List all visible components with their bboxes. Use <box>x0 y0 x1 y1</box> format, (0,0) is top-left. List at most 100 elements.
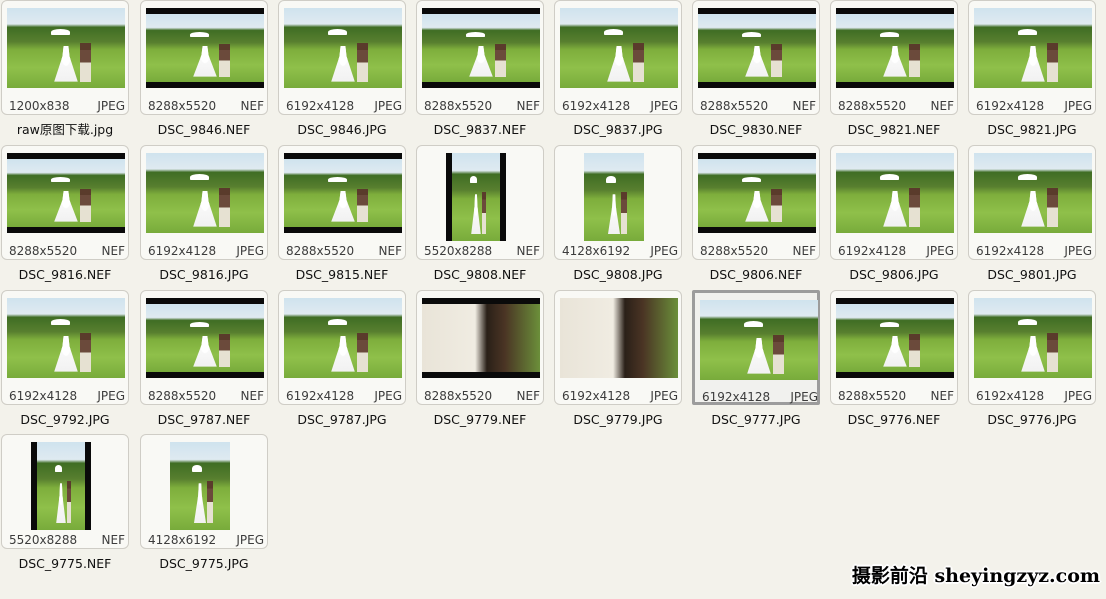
file-type: JPEG <box>1064 99 1092 113</box>
file-thumbnail-card[interactable]: 6192x4128 JPEG <box>968 145 1096 260</box>
file-name-label[interactable]: DSC_9821.JPG <box>962 122 1102 138</box>
file-thumbnail-card[interactable]: 8288x5520 NEF <box>140 0 268 115</box>
file-meta-row: 8288x5520 NEF <box>424 99 540 113</box>
file-item[interactable]: 4128x6192 JPEG DSC_9808.JPG <box>553 145 683 290</box>
file-item[interactable]: 6192x4128 JPEG DSC_9846.JPG <box>277 0 407 145</box>
file-item[interactable]: 6192x4128 JPEG DSC_9837.JPG <box>553 0 683 145</box>
image-dimensions: 6192x4128 <box>702 390 771 404</box>
file-thumbnail-card[interactable]: 6192x4128 JPEG <box>554 0 682 115</box>
file-thumbnail-card[interactable]: 4128x6192 JPEG <box>554 145 682 260</box>
file-thumbnail-card[interactable]: 8288x5520 NEF <box>692 0 820 115</box>
file-item[interactable]: 6192x4128 JPEG DSC_9776.JPG <box>967 290 1097 435</box>
file-thumbnail-card[interactable]: 8288x5520 NEF <box>692 145 820 260</box>
file-name-label[interactable]: DSC_9779.JPG <box>548 412 688 428</box>
file-thumbnail-card[interactable]: 8288x5520 NEF <box>830 0 958 115</box>
file-name-label[interactable]: DSC_9808.NEF <box>410 267 550 283</box>
file-item[interactable]: 6192x4128 JPEG DSC_9779.JPG <box>553 290 683 435</box>
file-thumbnail-card[interactable]: 8288x5520 NEF <box>416 0 544 115</box>
file-name-label[interactable]: DSC_9775.NEF <box>0 556 135 572</box>
file-thumbnail-card[interactable]: 8288x5520 NEF <box>416 290 544 405</box>
file-thumbnail-card[interactable]: 5520x8288 NEF <box>416 145 544 260</box>
file-meta-row: 5520x8288 NEF <box>424 244 540 258</box>
thumbnail-figure-bride <box>331 190 355 222</box>
file-name-label[interactable]: DSC_9837.JPG <box>548 122 688 138</box>
file-thumbnail-card[interactable]: 8288x5520 NEF <box>278 145 406 260</box>
file-type: NEF <box>101 533 125 547</box>
file-item[interactable]: 8288x5520 NEF DSC_9776.NEF <box>829 290 959 435</box>
file-item[interactable]: 6192x4128 JPEG DSC_9787.JPG <box>277 290 407 435</box>
file-item[interactable]: 8288x5520 NEF DSC_9816.NEF <box>0 145 130 290</box>
file-item[interactable]: 8288x5520 NEF DSC_9815.NEF <box>277 145 407 290</box>
file-item[interactable]: 1200x838 JPEG raw原图下载.jpg <box>0 0 130 145</box>
file-name-label[interactable]: DSC_9776.JPG <box>962 412 1102 428</box>
file-thumbnail-card[interactable]: 6192x4128 JPEG <box>968 0 1096 115</box>
file-meta-row: 6192x4128 JPEG <box>148 244 264 258</box>
file-name-label[interactable]: DSC_9846.NEF <box>134 122 274 138</box>
file-thumbnail-card[interactable]: 8288x5520 NEF <box>140 290 268 405</box>
file-item[interactable]: 6192x4128 JPEG DSC_9816.JPG <box>139 145 269 290</box>
file-thumbnail-card[interactable]: 6192x4128 JPEG <box>554 290 682 405</box>
file-item[interactable]: 6192x4128 JPEG DSC_9801.JPG <box>967 145 1097 290</box>
file-item[interactable]: 6192x4128 JPEG DSC_9777.JPG <box>691 290 821 435</box>
file-name-label[interactable]: DSC_9821.NEF <box>824 122 964 138</box>
file-thumbnail-card[interactable]: 6192x4128 JPEG <box>278 0 406 115</box>
file-meta-row: 6192x4128 JPEG <box>702 390 818 404</box>
file-name-label[interactable]: DSC_9815.NEF <box>272 267 412 283</box>
thumbnail-figure-bride <box>54 190 78 222</box>
file-thumbnail-card[interactable]: 5520x8288 NEF <box>1 434 129 549</box>
thumbnail-figure-bride <box>1021 45 1045 82</box>
file-item[interactable]: 8288x5520 NEF DSC_9837.NEF <box>415 0 545 145</box>
file-item[interactable]: 5520x8288 NEF DSC_9808.NEF <box>415 145 545 290</box>
file-name-label[interactable]: DSC_9808.JPG <box>548 267 688 283</box>
file-name-label[interactable]: DSC_9830.NEF <box>686 122 826 138</box>
thumbnail-figure-groom <box>909 43 920 77</box>
file-item[interactable]: 4128x6192 JPEG DSC_9775.JPG <box>139 434 269 579</box>
file-item[interactable]: 8288x5520 NEF DSC_9787.NEF <box>139 290 269 435</box>
file-thumbnail-card[interactable]: 8288x5520 NEF <box>830 290 958 405</box>
file-thumbnail-card[interactable]: 6192x4128 JPEG <box>140 145 268 260</box>
file-thumbnail-card[interactable]: 1200x838 JPEG <box>1 0 129 115</box>
file-name-label[interactable]: DSC_9846.JPG <box>272 122 412 138</box>
file-name-label[interactable]: DSC_9801.JPG <box>962 267 1102 283</box>
file-type: JPEG <box>374 389 402 403</box>
file-item[interactable]: 6192x4128 JPEG DSC_9821.JPG <box>967 0 1097 145</box>
file-name-label[interactable]: DSC_9787.NEF <box>134 412 274 428</box>
file-item[interactable]: 5520x8288 NEF DSC_9775.NEF <box>0 434 130 579</box>
file-item[interactable]: 6192x4128 JPEG DSC_9792.JPG <box>0 290 130 435</box>
file-type: JPEG <box>650 389 678 403</box>
file-name-label[interactable]: DSC_9816.JPG <box>134 267 274 283</box>
file-name-label[interactable]: DSC_9806.NEF <box>686 267 826 283</box>
file-thumbnail-card[interactable]: 6192x4128 JPEG <box>830 145 958 260</box>
thumbnail-figure-groom <box>219 43 230 77</box>
file-name-label[interactable]: DSC_9779.NEF <box>410 412 550 428</box>
file-type: JPEG <box>790 390 818 404</box>
file-type: NEF <box>930 99 954 113</box>
file-name-label[interactable]: DSC_9775.JPG <box>134 556 274 572</box>
file-thumbnail-card[interactable]: 6192x4128 JPEG <box>968 290 1096 405</box>
file-thumbnail-card[interactable]: 6192x4128 JPEG <box>1 290 129 405</box>
thumbnail-figure-bride <box>883 190 907 227</box>
file-thumbnail-card[interactable]: 6192x4128 JPEG <box>692 290 820 405</box>
file-item[interactable]: 8288x5520 NEF DSC_9779.NEF <box>415 290 545 435</box>
file-item[interactable]: 8288x5520 NEF DSC_9830.NEF <box>691 0 821 145</box>
file-thumbnail-card[interactable]: 6192x4128 JPEG <box>278 290 406 405</box>
thumbnail-figure-groom <box>771 43 782 77</box>
file-item[interactable]: 8288x5520 NEF DSC_9846.NEF <box>139 0 269 145</box>
file-name-label[interactable]: DSC_9816.NEF <box>0 267 135 283</box>
file-meta-row: 6192x4128 JPEG <box>286 389 402 403</box>
file-item[interactable]: 8288x5520 NEF DSC_9806.NEF <box>691 145 821 290</box>
file-name-label[interactable]: DSC_9777.JPG <box>686 412 826 428</box>
file-thumbnail-card[interactable]: 4128x6192 JPEG <box>140 434 268 549</box>
file-name-label[interactable]: raw原图下载.jpg <box>0 122 135 138</box>
file-name-label[interactable]: DSC_9792.JPG <box>0 412 135 428</box>
file-item[interactable]: 6192x4128 JPEG DSC_9806.JPG <box>829 145 959 290</box>
file-item[interactable]: 8288x5520 NEF DSC_9821.NEF <box>829 0 959 145</box>
thumbnail-figure-groom <box>773 335 784 374</box>
file-name-label[interactable]: DSC_9787.JPG <box>272 412 412 428</box>
thumbnail-figure-bride <box>331 335 355 372</box>
file-meta-row: 6192x4128 JPEG <box>562 99 678 113</box>
file-name-label[interactable]: DSC_9806.JPG <box>824 267 964 283</box>
file-name-label[interactable]: DSC_9837.NEF <box>410 122 550 138</box>
file-thumbnail-card[interactable]: 8288x5520 NEF <box>1 145 129 260</box>
file-name-label[interactable]: DSC_9776.NEF <box>824 412 964 428</box>
